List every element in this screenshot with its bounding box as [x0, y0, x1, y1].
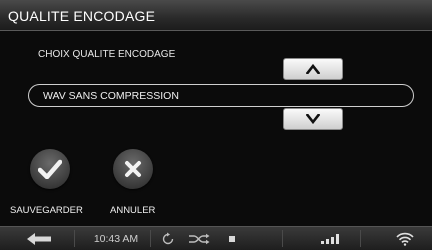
- quality-value: WAV SANS COMPRESSION: [43, 90, 179, 102]
- clock-time: 10:43 AM: [93, 232, 139, 245]
- page-title: QUALITE ENCODAGE: [8, 8, 156, 24]
- stop-icon: [229, 235, 235, 242]
- clock: 10:43 AM: [88, 227, 144, 250]
- divider: [282, 230, 283, 247]
- divider: [150, 230, 151, 247]
- checkmark-icon: [38, 159, 62, 179]
- increase-button[interactable]: [283, 58, 343, 80]
- save-button[interactable]: [30, 149, 70, 189]
- wifi-icon: [396, 232, 414, 246]
- divider: [360, 230, 361, 247]
- repeat-icon: [162, 232, 174, 244]
- back-arrow-icon: [27, 232, 51, 245]
- repeat-button[interactable]: [158, 227, 178, 250]
- close-icon: [125, 161, 141, 177]
- save-label[interactable]: SAUVEGARDER: [10, 205, 83, 216]
- shuffle-button[interactable]: [186, 227, 212, 250]
- signal-indicator: [318, 227, 342, 250]
- chevron-up-icon: [306, 64, 320, 74]
- bottom-status-bar: 10:43 AM: [0, 226, 432, 250]
- shuffle-icon: [189, 233, 210, 244]
- setting-label: CHOIX QUALITE ENCODAGE: [38, 49, 176, 60]
- decrease-button[interactable]: [283, 108, 343, 130]
- divider: [74, 230, 75, 247]
- chevron-down-icon: [306, 114, 320, 124]
- signal-bars-icon: [321, 233, 339, 244]
- stop-button[interactable]: [226, 227, 238, 250]
- quality-value-field[interactable]: WAV SANS COMPRESSION: [28, 84, 414, 107]
- wifi-indicator: [394, 227, 416, 250]
- cancel-button[interactable]: [113, 149, 153, 189]
- cancel-label[interactable]: ANNULER: [110, 205, 155, 216]
- back-button[interactable]: [22, 227, 56, 250]
- title-bar: QUALITE ENCODAGE: [0, 0, 432, 31]
